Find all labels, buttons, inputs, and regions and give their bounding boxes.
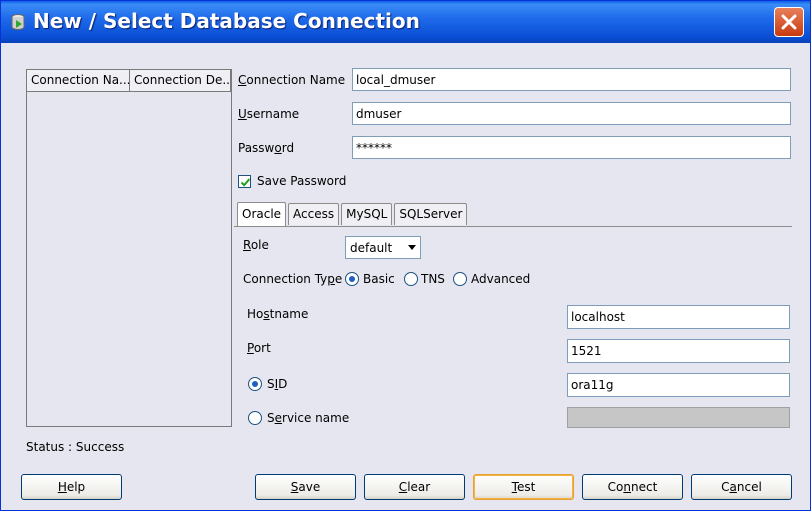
connection-name-input[interactable] [352, 68, 791, 91]
connect-button[interactable]: Connect [582, 474, 683, 500]
service-name-input[interactable] [567, 407, 790, 428]
column-header-connection-name[interactable]: Connection Na... [27, 70, 130, 92]
username-label: Username [238, 107, 299, 121]
sid-label-text: SID [267, 377, 288, 391]
role-selected-value: default [350, 241, 393, 255]
sid-label[interactable]: SID [267, 377, 287, 391]
radio-selected-dot [349, 276, 355, 282]
clear-button[interactable]: Clear [364, 474, 465, 500]
connect-button-label: Connect [607, 480, 658, 494]
test-button-label: Test [511, 480, 536, 494]
connection-name-label: Connection Name [238, 73, 345, 87]
close-icon [781, 14, 797, 30]
hostname-input[interactable] [567, 305, 790, 329]
tab-oracle[interactable]: Oracle [237, 202, 287, 226]
save-button[interactable]: Save [255, 474, 356, 500]
cancel-button-label: Cancel [721, 480, 762, 494]
password-input[interactable] [352, 136, 791, 159]
service-name-label[interactable]: Service name [267, 411, 349, 425]
close-button[interactable] [774, 7, 804, 37]
hostname-label-text: Hostname [247, 307, 309, 321]
password-label: Password [238, 141, 294, 155]
connection-type-tns-label[interactable]: TNS [421, 272, 445, 286]
username-input[interactable] [352, 102, 791, 125]
status-text: Status : Success [26, 440, 125, 454]
column-header-connection-description[interactable]: Connection De... [130, 70, 231, 92]
tab-sqlserver[interactable]: SQLServer [394, 203, 468, 225]
role-label-text: Role [243, 238, 269, 252]
save-password-label[interactable]: Save Password [257, 174, 346, 188]
chevron-down-icon [408, 245, 416, 250]
clear-button-label: Clear [398, 480, 431, 494]
connections-table-header: Connection Na... Connection De... [27, 70, 231, 92]
dialog-window: New / Select Database Connection Connect… [0, 0, 811, 511]
connection-type-basic-radio[interactable] [345, 272, 359, 286]
connection-type-basic-label[interactable]: Basic [363, 272, 395, 286]
help-button-label: Help [57, 480, 86, 494]
password-label-text: Password [238, 141, 295, 155]
connections-table[interactable]: Connection Na... Connection De... [26, 69, 232, 427]
connection-type-advanced-label[interactable]: Advanced [471, 272, 530, 286]
dialog-content: Connection Na... Connection De... Connec… [1, 43, 810, 510]
database-type-tabs: Oracle Access MySQL SQLServer [237, 202, 469, 226]
connection-type-advanced-radio[interactable] [453, 272, 467, 286]
role-label: Role [243, 238, 269, 252]
service-name-label-text: Service name [267, 411, 350, 425]
help-button[interactable]: Help [21, 474, 122, 500]
port-label: Port [247, 341, 271, 355]
port-input[interactable] [567, 339, 790, 363]
sid-radio[interactable] [248, 377, 262, 391]
connection-type-label-text: Connection Type [243, 272, 343, 286]
port-label-text: Port [247, 341, 271, 355]
hostname-label: Hostname [247, 307, 308, 321]
connection-type-label: Connection Type [243, 272, 342, 286]
sid-input[interactable] [567, 373, 790, 397]
radio-selected-dot [252, 381, 258, 387]
connection-type-tns-radio[interactable] [404, 272, 418, 286]
database-icon [11, 14, 25, 30]
cancel-button[interactable]: Cancel [691, 474, 792, 500]
tab-access[interactable]: Access [288, 203, 340, 225]
connection-name-label-text: Connection Name [238, 73, 346, 87]
service-name-radio[interactable] [248, 411, 262, 425]
tab-mysql[interactable]: MySQL [341, 203, 393, 225]
title-bar[interactable]: New / Select Database Connection [1, 1, 810, 43]
test-button[interactable]: Test [473, 474, 574, 500]
role-dropdown[interactable]: default [345, 236, 421, 259]
save-button-label: Save [290, 480, 321, 494]
username-label-text: Username [238, 107, 300, 121]
save-password-checkbox[interactable] [238, 175, 251, 188]
check-icon [240, 178, 251, 187]
window-title: New / Select Database Connection [33, 9, 420, 33]
